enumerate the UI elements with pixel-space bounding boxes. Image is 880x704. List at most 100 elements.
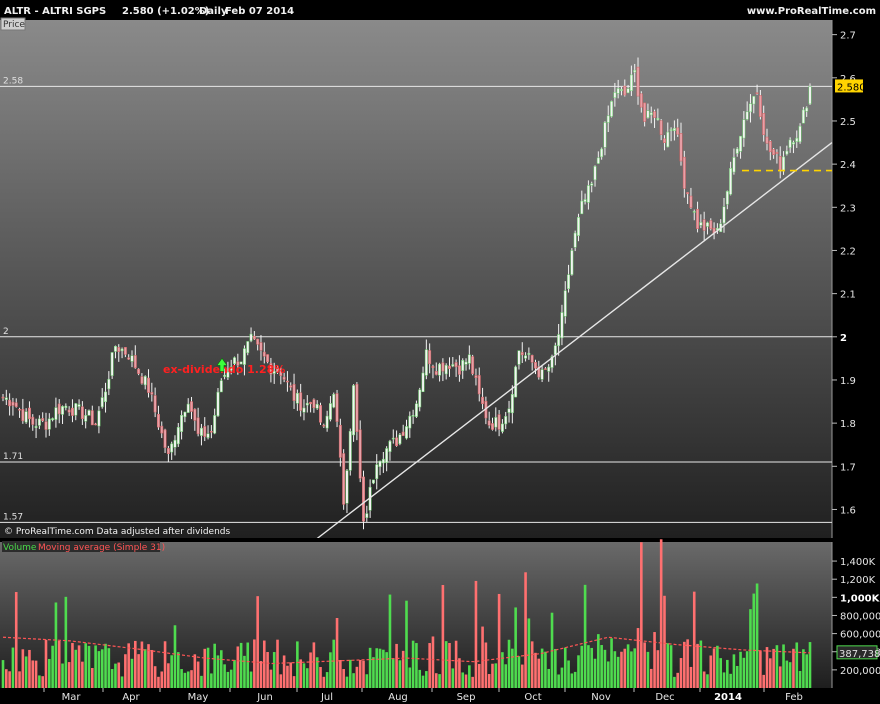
candle-body [699,222,703,226]
candle-body [114,346,117,352]
candle-body [765,136,769,144]
volume-bar [759,650,762,688]
volume-bar [104,643,107,688]
candle-body [153,395,157,413]
volume-bar [729,673,732,688]
candle-body [371,479,375,484]
candle-body [497,414,501,430]
volume-bar [788,662,792,688]
candle-body [203,426,207,437]
candle-body [749,103,752,113]
volume-bar [663,595,666,688]
volume-bar [666,643,670,688]
volume-bar [702,671,706,688]
candle-body [444,364,448,375]
volume-bar [431,636,435,688]
volume-bar [203,648,207,688]
volume-bar [706,674,709,688]
volume-bar [31,660,35,688]
volume-bar [74,649,78,688]
volume-bar [388,594,392,688]
candle-body [117,347,121,352]
last-price-badge-text: 2.580 [837,82,866,93]
candle-body [795,137,799,142]
volume-bar [504,664,508,688]
volume-bar [183,672,187,688]
volume-bar [375,648,379,688]
candle-body [193,408,197,421]
candle-body [706,222,709,227]
volume-bar [782,644,785,688]
volume-bar [418,669,422,688]
candle-body [520,352,524,356]
candle-body [28,407,31,420]
volume-bar [170,655,173,688]
candle-body [309,402,313,405]
volume-bar [253,639,256,688]
candle-body [636,66,640,97]
candle-body [385,448,389,463]
site-link[interactable]: www.ProRealTime.com [747,6,876,17]
candle-body [332,394,336,408]
volume-bar [656,650,660,688]
volume-bar [739,651,742,688]
candle-body [745,111,749,120]
volume-bar [805,654,808,688]
volume-bar [14,592,18,688]
volume-bar [411,640,415,688]
volume-bar [583,584,587,688]
volume-bar [676,672,680,688]
candle-body [788,139,792,148]
volume-bar [160,671,164,688]
candle-body [160,425,164,434]
volume-bar [200,675,203,688]
volume-bar [464,674,468,688]
candle-body [474,375,478,379]
candle-body [696,208,699,229]
volume-bar [246,642,250,688]
volume-bar [537,658,541,688]
candle-body [71,407,74,416]
volume-bar [524,572,527,688]
volume-bar [190,670,193,688]
candle-body [345,470,349,504]
volume-bar [77,645,81,688]
volume-bar [623,648,627,688]
volume-bar [305,668,309,688]
candle-body [573,232,577,248]
candle-body [209,430,213,433]
volume-bar [673,676,676,688]
candle-body [57,403,61,415]
candle-body [282,376,286,380]
volume-bar [458,658,461,688]
volume-bar [11,647,15,688]
candle-body [130,355,134,362]
volume-bar [613,651,617,688]
candle-body [338,424,342,458]
volume-bar [150,649,154,688]
volume-bar [408,667,412,688]
volume-bar [570,673,574,688]
volume-bar [67,662,71,688]
volume-bar [798,670,802,688]
volume-bar [762,674,765,688]
candle-body [543,368,547,370]
candle-body [672,127,676,131]
volume-bar [289,662,293,688]
volume-bar [610,638,613,688]
volume-bar [593,658,597,688]
candle-body [735,148,739,154]
volume-bar [94,645,97,688]
candle-body [173,439,177,448]
volume-bar [312,642,316,688]
candle-body [216,391,220,417]
volume-bar [54,602,58,688]
volume-bar [332,639,336,688]
candle-body [295,392,299,404]
volume-bar [28,649,31,688]
volume-bar [368,647,372,688]
volume-bar [646,651,650,688]
candle-body [464,361,468,365]
instrument-name: ALTR - ALTRI SGPS [4,6,106,17]
volume-bar [117,662,121,688]
